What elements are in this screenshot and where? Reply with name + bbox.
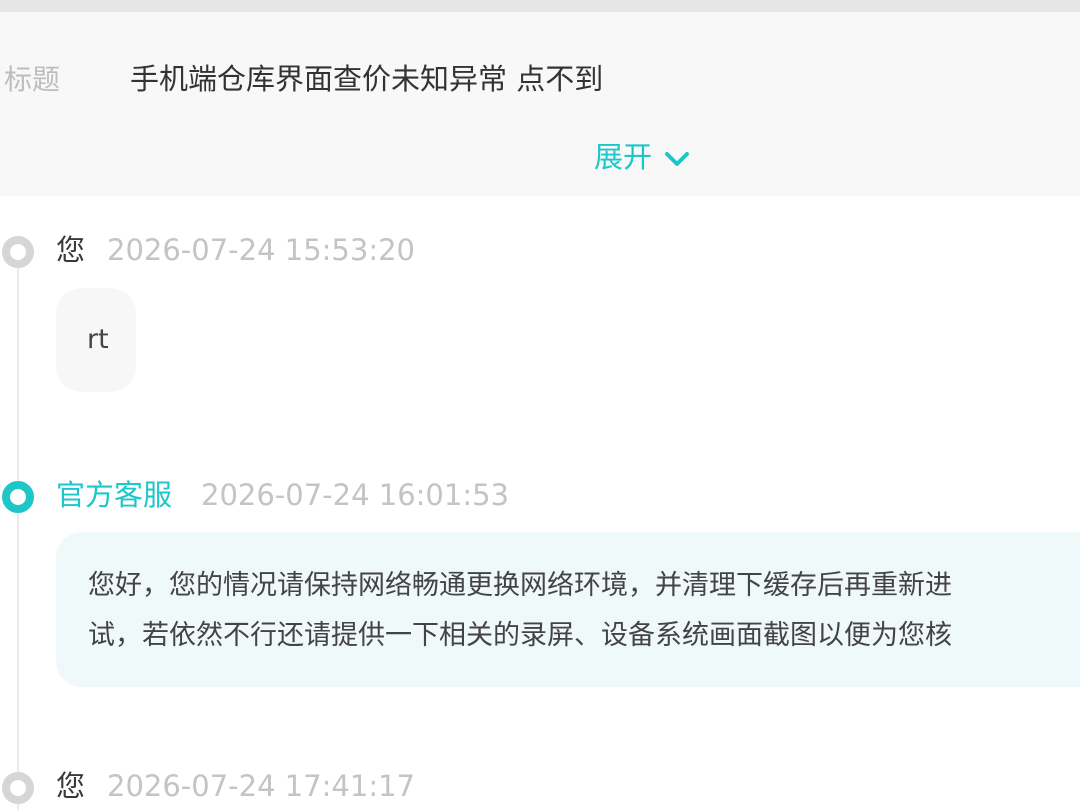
top-bar [0,0,1080,12]
title-label: 标题 [4,63,61,96]
message-text-line: 您好，您的情况请保持网络畅通更换网络环境，并清理下缓存后再重新进 [88,570,952,601]
message-timestamp: 2026-07-24 15:53:20 [107,233,415,267]
ticket-header: 标题 手机端仓库界面查价未知异常 点不到 展开 [0,12,1080,196]
timeline-dot-icon [2,772,34,804]
ticket-title: 手机端仓库界面查价未知异常 点不到 [130,62,604,96]
message-author: 您 [56,233,86,267]
timeline-dot-icon [2,236,34,268]
message-text-line: 试，若依然不行还请提供一下相关的录屏、设备系统画面截图以便为您核 [88,620,952,651]
chevron-down-icon [665,152,690,166]
expand-button[interactable]: 展开 [594,135,690,179]
user-message-bubble: rt [56,288,136,392]
message-timestamp: 2026-07-24 16:01:53 [201,478,509,512]
official-message-bubble: 您好，您的情况请保持网络畅通更换网络环境，并清理下缓存后再重新进 试，若依然不行… [56,532,1080,687]
message-author-official: 官方客服 [56,478,173,512]
message-author: 您 [56,769,86,803]
expand-label: 展开 [594,140,653,174]
message-timestamp: 2026-07-24 17:41:17 [107,769,415,803]
message-text: rt [87,324,109,355]
timeline-dot-active-icon [2,481,34,513]
timeline-line [17,265,19,810]
